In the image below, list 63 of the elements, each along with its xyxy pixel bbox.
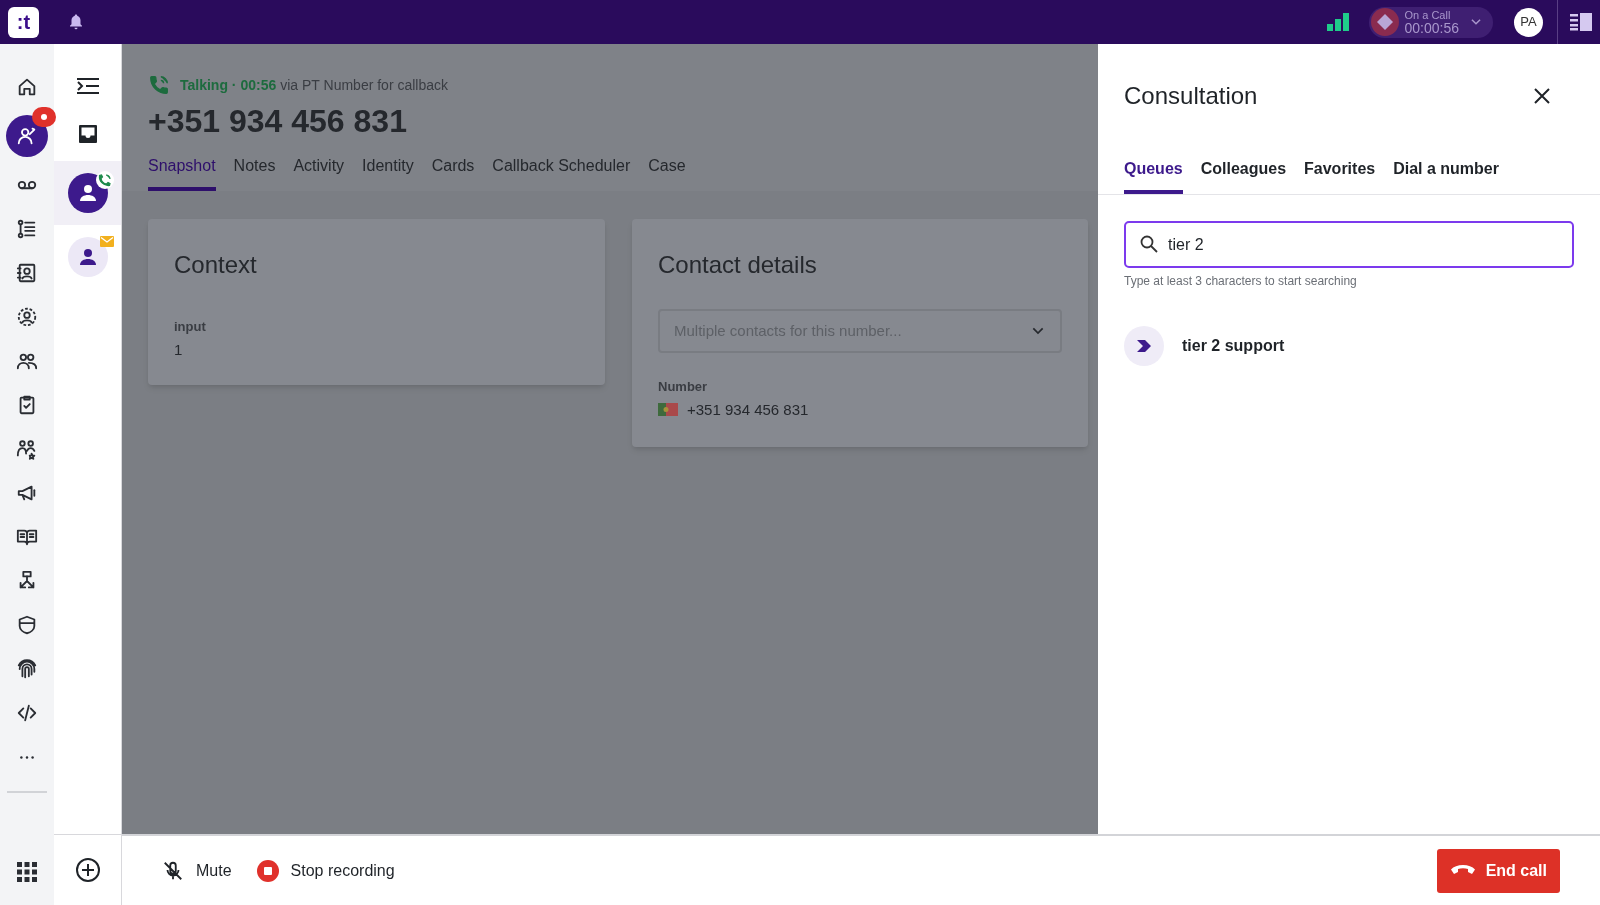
email-badge-icon (99, 236, 114, 247)
field-label: input (174, 318, 207, 336)
tab[interactable]: Case (648, 154, 686, 191)
field-value: 1 (174, 339, 184, 360)
call-timer: 00:00:56 (1404, 22, 1459, 35)
close-icon[interactable] (1534, 88, 1550, 104)
person-icon (78, 248, 97, 266)
conversation-item[interactable] (54, 161, 121, 225)
mute-button[interactable]: Mute (162, 858, 232, 883)
field-label: Number (658, 378, 709, 396)
card-title: Context (174, 250, 258, 280)
signal-icon (1326, 13, 1351, 31)
stop-recording-button[interactable]: Stop recording (256, 858, 395, 883)
user-circle-icon (16, 306, 38, 328)
panel-title: Consultation (1124, 81, 1259, 111)
agent-icon (16, 125, 38, 147)
call-route-text: via PT Number for callback (280, 75, 449, 95)
bell-icon[interactable] (67, 13, 85, 31)
call-status-button[interactable]: On a Call 00:00:56 (1368, 6, 1493, 38)
queue-name[interactable]: tier 2 support (1182, 334, 1285, 358)
contact-number: +351 934 456 831 (687, 399, 809, 420)
apps-grid-icon[interactable] (17, 862, 37, 882)
side-panel-icon[interactable] (1570, 13, 1592, 31)
call-status-label: On a Call (1404, 9, 1451, 22)
shield-icon (16, 614, 38, 636)
team-star-icon (16, 438, 38, 460)
app-logo[interactable]: :t (8, 6, 39, 38)
tab[interactable]: Queues (1124, 157, 1183, 194)
search-icon (1140, 235, 1158, 253)
tab[interactable]: Favorites (1304, 157, 1376, 194)
call-status-text: Talking · 00:56 (180, 75, 277, 95)
search-field[interactable]: tier 2 (1124, 221, 1574, 268)
more-icon (20, 755, 34, 759)
code-icon (16, 702, 38, 724)
contact-book-icon (16, 262, 38, 284)
add-icon[interactable] (74, 857, 101, 883)
home-icon (16, 76, 38, 98)
tab[interactable]: Dial a number (1393, 157, 1499, 194)
person-icon (78, 184, 97, 202)
portugal-flag-icon (658, 403, 678, 417)
end-call-button[interactable]: End call (1436, 848, 1560, 893)
fingerprint-icon (16, 658, 38, 680)
call-status-icon (1370, 8, 1399, 36)
queue-icon (1124, 326, 1164, 366)
helper-text: Type at least 3 characters to start searching (1124, 273, 1358, 290)
tab[interactable]: Notes (233, 154, 276, 191)
microphone-off-icon (162, 859, 184, 882)
nav-item[interactable] (6, 115, 48, 157)
card-title: Contact details (658, 250, 818, 280)
tab[interactable]: Callback Scheduler (492, 154, 631, 191)
tab[interactable]: Cards (431, 154, 475, 191)
phone-number: +351 934 456 831 (148, 102, 408, 140)
user-avatar[interactable]: PA (1514, 7, 1543, 37)
numbered-list-icon (16, 218, 38, 240)
inbox-icon[interactable] (76, 123, 99, 145)
phone-call-icon (148, 74, 170, 96)
tab[interactable]: Snapshot (148, 154, 216, 191)
stop-icon (256, 859, 279, 882)
tab[interactable]: Identity (362, 154, 414, 191)
menu-icon[interactable] (76, 77, 99, 95)
phone-badge-icon (95, 171, 114, 189)
tab[interactable]: Colleagues (1200, 157, 1287, 194)
tab[interactable]: Activity (293, 154, 345, 191)
